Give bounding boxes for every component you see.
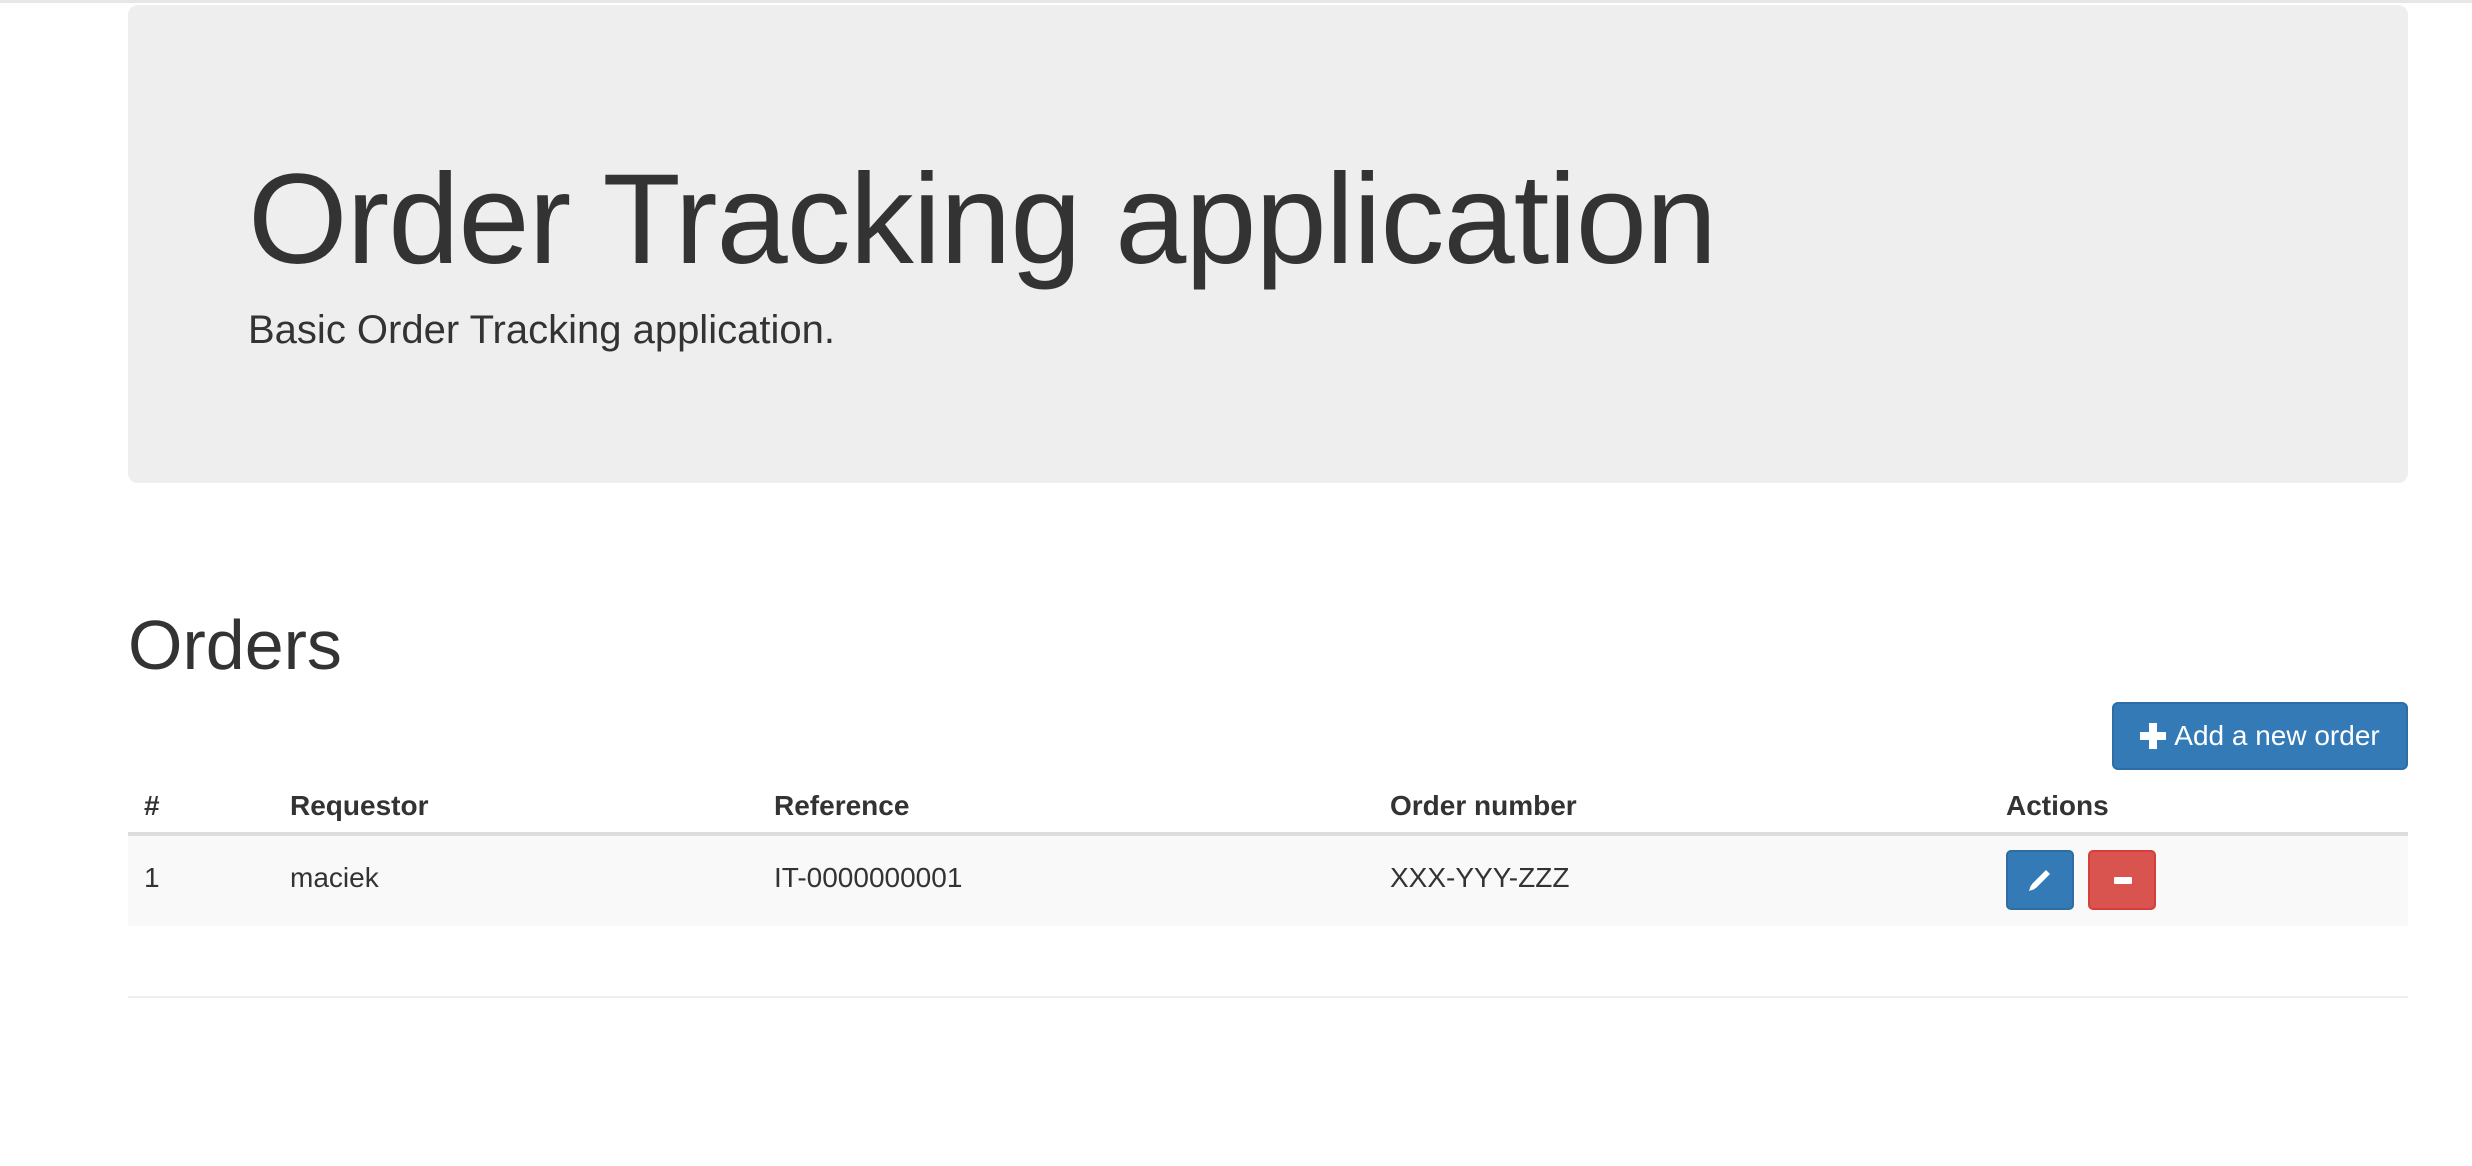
cell-requestor: maciek bbox=[274, 834, 758, 926]
delete-order-button[interactable] bbox=[2087, 850, 2156, 910]
orders-table: # Requestor Reference Order number Actio… bbox=[128, 780, 2408, 926]
header-order-number: Order number bbox=[1374, 780, 1990, 836]
add-new-order-button[interactable]: Add a new order bbox=[2112, 702, 2408, 770]
edit-order-button[interactable] bbox=[2006, 850, 2074, 910]
cell-reference: IT-0000000001 bbox=[758, 834, 1374, 926]
header-reference: Reference bbox=[758, 780, 1374, 836]
cell-actions bbox=[1990, 834, 2408, 926]
jumbotron: Order Tracking application Basic Order T… bbox=[128, 5, 2408, 483]
cell-order-number: XXX-YYY-ZZZ bbox=[1374, 834, 1990, 926]
minus-icon bbox=[2113, 877, 2132, 884]
app-title: Order Tracking application bbox=[248, 148, 1717, 291]
orders-heading: Orders bbox=[128, 606, 342, 684]
cell-number: 1 bbox=[128, 834, 274, 926]
table-row: 1 maciek IT-0000000001 XXX-YYY-ZZZ bbox=[128, 834, 2408, 926]
table-header-row: # Requestor Reference Order number Actio… bbox=[128, 780, 2408, 836]
divider bbox=[128, 996, 2408, 998]
header-requestor: Requestor bbox=[274, 780, 758, 836]
pencil-icon bbox=[2029, 870, 2050, 891]
add-new-order-label: Add a new order bbox=[2174, 720, 2380, 751]
plus-icon bbox=[2140, 723, 2167, 749]
top-border bbox=[0, 0, 2472, 3]
app-subtitle: Basic Order Tracking application. bbox=[248, 308, 835, 352]
header-number: # bbox=[128, 780, 274, 836]
header-actions: Actions bbox=[1990, 780, 2408, 836]
